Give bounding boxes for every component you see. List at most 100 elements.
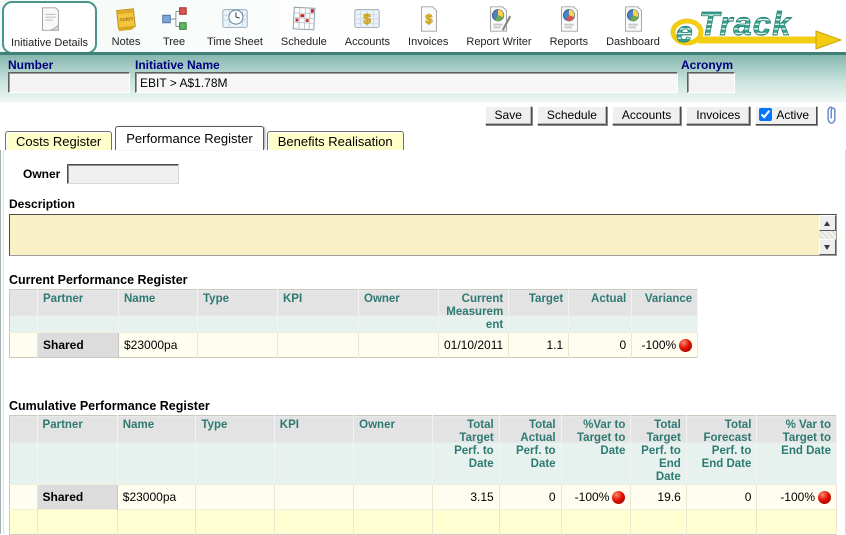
column-header-total-target-perf-to-end-date[interactable]: Total Target Perf. to End Date — [630, 415, 687, 485]
report-writer-icon — [484, 4, 514, 34]
reports-icon — [554, 4, 584, 34]
owner-input[interactable] — [67, 164, 179, 184]
toolbar-item-label: Reports — [549, 36, 589, 48]
scroll-down-button[interactable] — [819, 239, 836, 255]
red-status-ball-icon — [818, 491, 831, 504]
toolbar-item-accounts[interactable]: $ Accounts — [336, 1, 399, 48]
active-checkbox[interactable] — [759, 108, 773, 121]
cell-total-target-perf-to-date: 3.15 — [432, 484, 500, 510]
empty-row[interactable] — [9, 509, 837, 535]
invoices-icon: $ — [413, 4, 443, 34]
cell-owner — [353, 484, 433, 510]
toolbar-item-label: Report Writer — [466, 36, 532, 48]
cumulative-performance-table: Partner Name Type KPI Owner Total Target… — [9, 415, 837, 535]
cell-actual: 0 — [568, 332, 633, 358]
column-header-name[interactable]: Name — [117, 415, 197, 485]
cell-total-forecast-perf-to-end-date: 0 — [686, 484, 758, 510]
toolbar-item-initiative-details[interactable]: Initiative Details — [2, 1, 98, 54]
scrollbar-track[interactable] — [819, 231, 836, 239]
column-header-total-target-perf-to-date[interactable]: Total Target Perf. to Date — [432, 415, 500, 485]
cell-type — [195, 484, 275, 510]
cell-name: $23000pa — [117, 484, 197, 510]
column-header-actual[interactable]: Actual — [568, 289, 633, 333]
cell-total-target-perf-to-end-date: 19.6 — [630, 484, 687, 510]
acronym-input[interactable] — [687, 72, 735, 93]
column-header-partner[interactable]: Partner — [37, 415, 118, 485]
cell-kpi — [274, 484, 355, 510]
row-selector-cell[interactable] — [9, 484, 38, 510]
toolbar-item-label: Tree — [162, 36, 186, 48]
toolbar-item-invoices[interactable]: $ Invoices — [399, 1, 457, 48]
column-header-type[interactable]: Type — [197, 289, 278, 333]
tab-costs-register[interactable]: Costs Register — [5, 131, 113, 150]
active-label: Active — [776, 107, 809, 122]
column-header[interactable] — [9, 289, 38, 333]
svg-text:e: e — [676, 16, 693, 49]
initiative-name-input[interactable] — [135, 72, 678, 93]
column-header-kpi[interactable]: KPI — [277, 289, 359, 333]
column-header-pvar-to-target-to-date[interactable]: %Var to Target to Date — [561, 415, 632, 485]
toolbar-item-label: Time Sheet — [207, 36, 263, 48]
number-input[interactable] — [8, 72, 130, 93]
tree-icon — [159, 4, 189, 34]
table-row[interactable]: Shared $23000pa 01/10/2011 1.1 0 -100% — [9, 332, 699, 358]
scroll-up-button[interactable] — [819, 215, 836, 231]
toolbar-item-label: Notes — [111, 36, 141, 48]
toolbar-item-label: Invoices — [408, 36, 449, 48]
dashboard-icon — [618, 4, 648, 34]
column-header-kpi[interactable]: KPI — [274, 415, 355, 485]
toolbar-item-label: Initiative Details — [11, 37, 89, 49]
svg-text:$: $ — [425, 12, 433, 27]
time-sheet-icon — [220, 4, 250, 34]
cell-total-actual-perf-to-date: 0 — [499, 484, 562, 510]
column-header-owner[interactable]: Owner — [358, 289, 439, 333]
paperclip-icon[interactable] — [822, 105, 841, 125]
column-header-pvar-to-target-to-end-date[interactable]: % Var to Target to End Date — [756, 415, 837, 485]
toolbar-item-dashboard[interactable]: Dashboard — [597, 1, 669, 48]
table-header-row: Partner Name Type KPI Owner Current Meas… — [9, 289, 699, 333]
column-header-variance[interactable]: Variance — [631, 289, 699, 333]
initiative-header-band: Number Initiative Name Acronym — [0, 52, 846, 102]
column-header-total-forecast-perf-to-end-date[interactable]: Total Forecast Perf. to End Date — [686, 415, 758, 485]
invoices-button[interactable]: Invoices — [686, 105, 751, 125]
table-row[interactable]: Shared $23000pa 3.15 0 -100% 19.6 0 -100… — [9, 484, 837, 510]
column-header[interactable] — [9, 415, 38, 485]
cell-owner — [358, 332, 439, 358]
column-header-owner[interactable]: Owner — [353, 415, 433, 485]
toolbar-item-label: Accounts — [344, 36, 391, 48]
tab-performance-register[interactable]: Performance Register — [115, 126, 264, 150]
toolbar-item-report-writer[interactable]: Report Writer — [457, 1, 540, 48]
cumulative-register-title: Cumulative Performance Register — [9, 399, 210, 413]
tab-benefits-realisation[interactable]: Benefits Realisation — [266, 131, 404, 150]
active-toggle: Active — [755, 105, 817, 125]
save-button[interactable]: Save — [484, 105, 532, 125]
cell-name: $23000pa — [118, 332, 198, 358]
description-label: Description — [9, 197, 76, 211]
cell-pvar-to-target-to-end-date: -100% — [756, 484, 837, 510]
description-scrollbar[interactable] — [819, 215, 836, 255]
cell-current-measurement: 01/10/2011 — [438, 332, 510, 358]
toolbar-item-time-sheet[interactable]: Time Sheet — [198, 1, 272, 48]
toolbar-item-schedule[interactable]: Schedule — [272, 1, 336, 48]
toolbar-item-tree[interactable]: Tree — [150, 1, 198, 48]
cell-variance: -100% — [631, 332, 699, 358]
schedule-icon — [289, 4, 319, 34]
column-header-target[interactable]: Target — [508, 289, 570, 333]
owner-label: Owner — [23, 167, 61, 181]
row-selector-cell[interactable] — [9, 332, 38, 358]
toolbar-item-reports[interactable]: Reports — [541, 1, 598, 48]
column-header-name[interactable]: Name — [118, 289, 198, 333]
initiative-name-label: Initiative Name — [135, 58, 220, 72]
schedule-button[interactable]: Schedule — [536, 105, 607, 125]
column-header-type[interactable]: Type — [195, 415, 275, 485]
cell-pvar-to-target-to-date: -100% — [561, 484, 632, 510]
svg-text:Track: Track — [699, 5, 792, 42]
column-header-current-measurement[interactable]: Current Measurement — [438, 289, 510, 333]
column-header-partner[interactable]: Partner — [37, 289, 119, 333]
main-toolbar: Initiative Details notes Notes Tree Time… — [0, 0, 846, 54]
accounts-button[interactable]: Accounts — [611, 105, 682, 125]
toolbar-item-notes[interactable]: notes Notes — [102, 1, 150, 48]
performance-register-panel: Owner Description Current Performance Re… — [0, 150, 846, 535]
description-textarea[interactable] — [9, 214, 837, 256]
column-header-total-actual-perf-to-date[interactable]: Total Actual Perf. to Date — [499, 415, 562, 485]
